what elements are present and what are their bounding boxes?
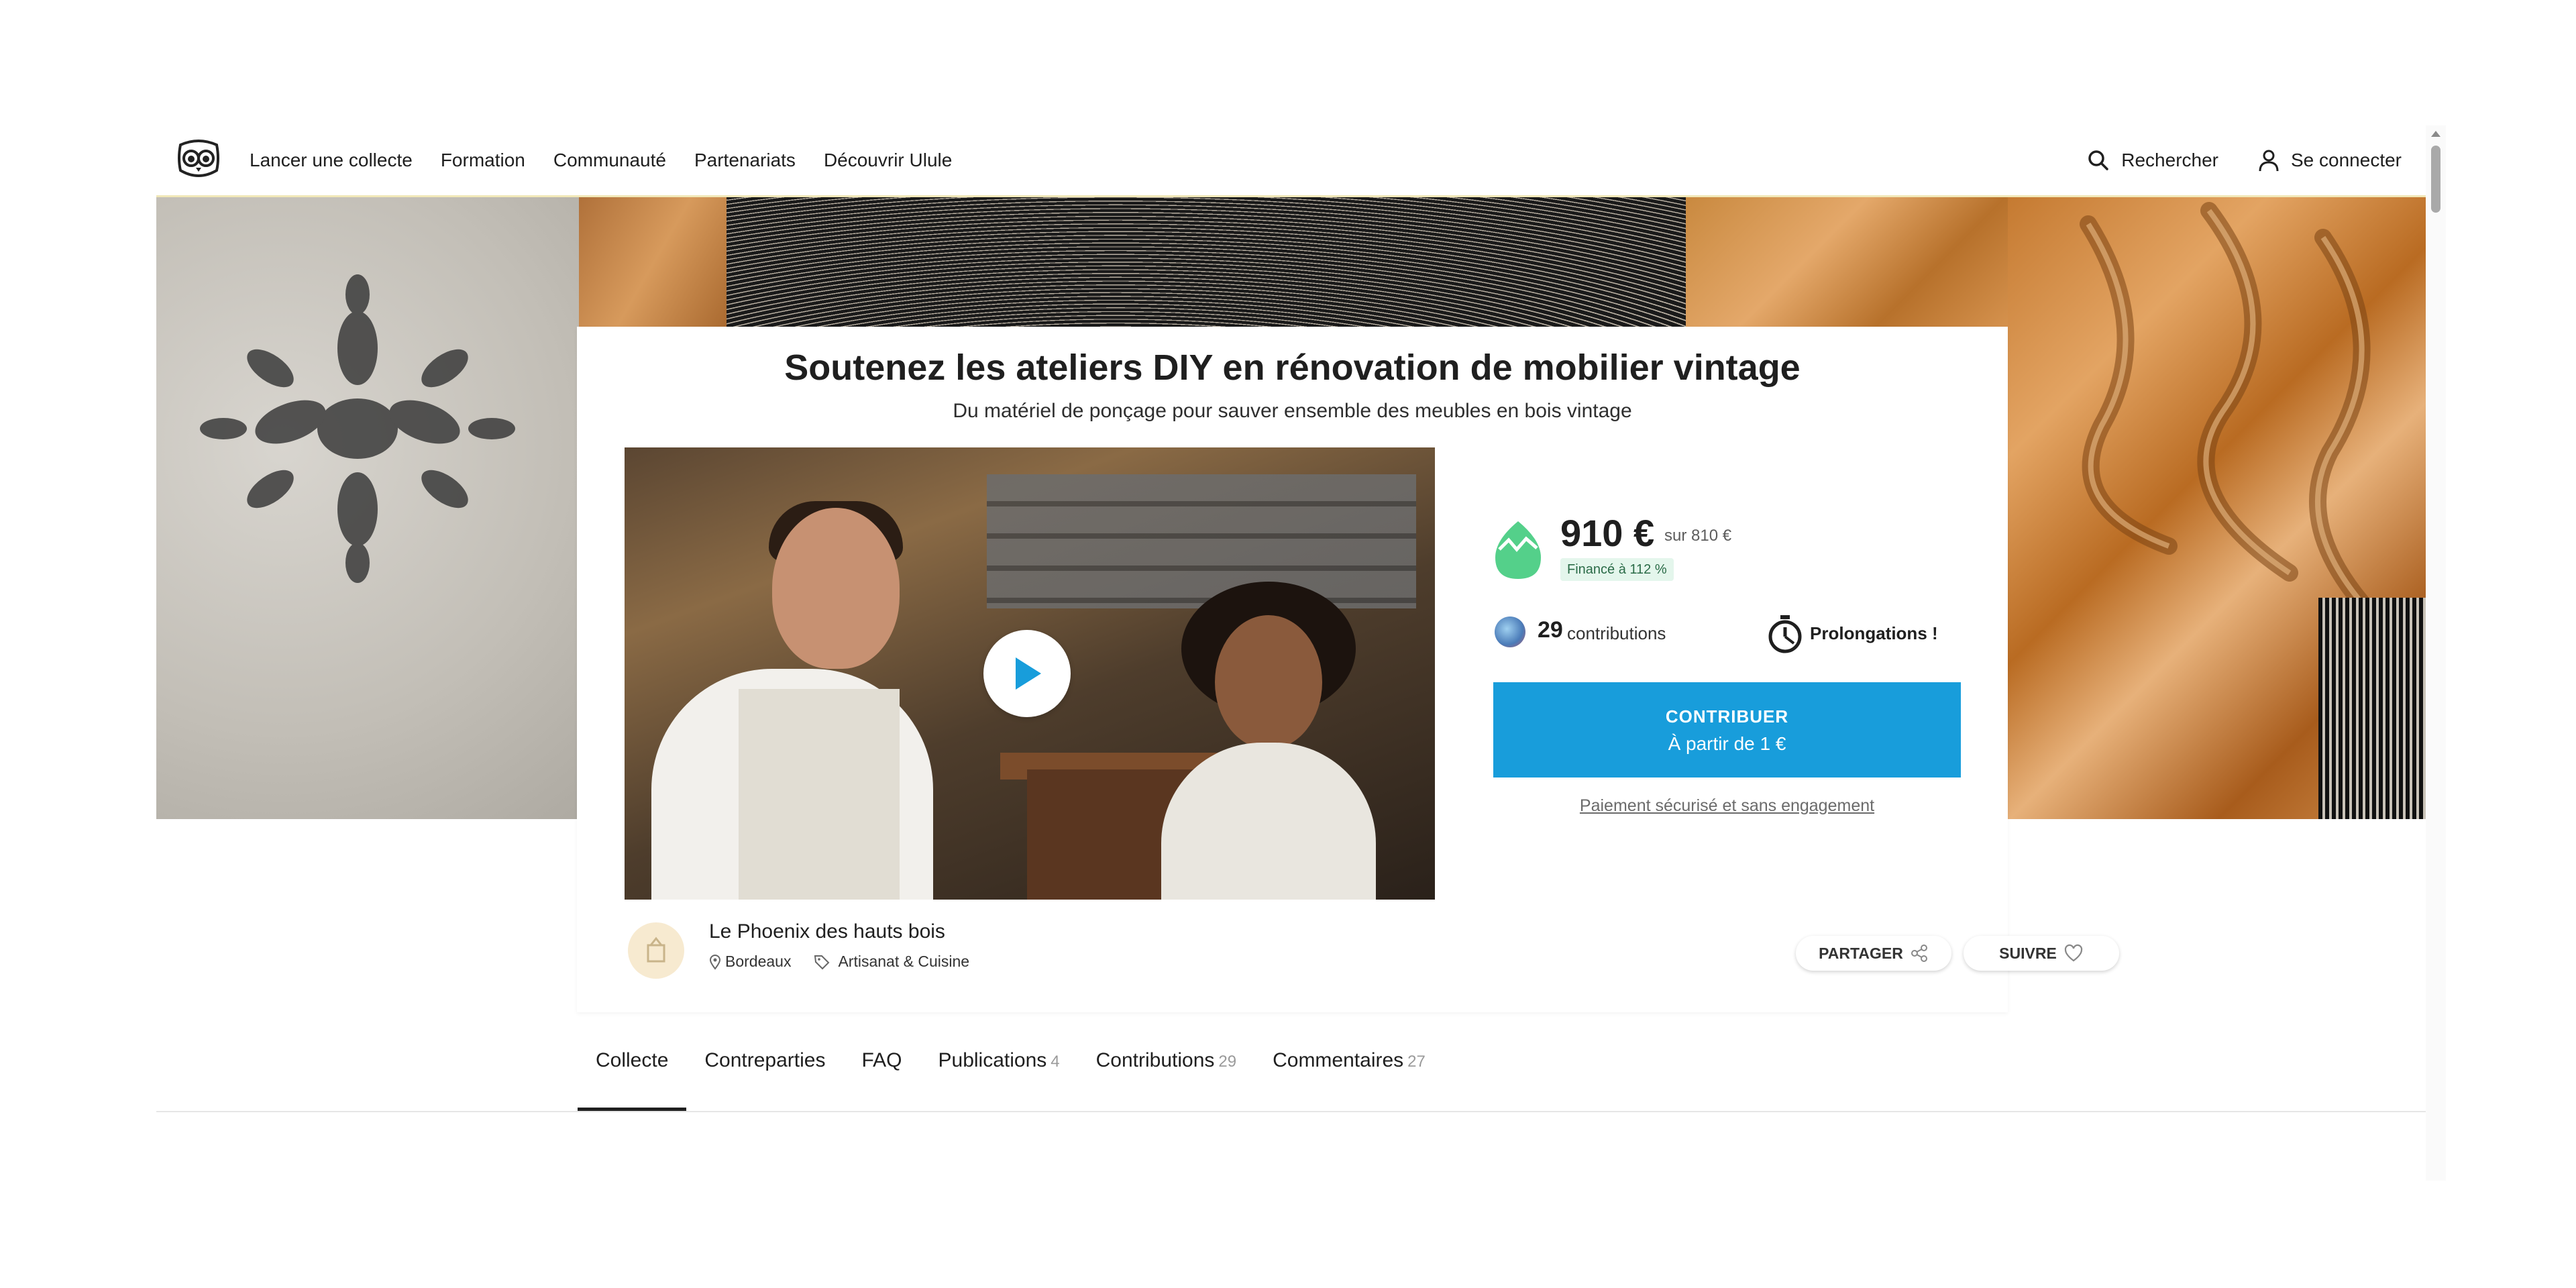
project-category[interactable]: Artisanat & Cuisine xyxy=(838,953,969,971)
tab-count: 4 xyxy=(1051,1053,1060,1071)
banner-stripes xyxy=(2318,598,2426,819)
tab-label: Commentaires xyxy=(1273,1049,1404,1071)
follow-button[interactable]: SUIVRE xyxy=(1964,936,2119,971)
play-button[interactable] xyxy=(983,630,1071,717)
tab-label: Contreparties xyxy=(704,1049,826,1071)
play-icon xyxy=(1016,657,1041,690)
follow-label: SUIVRE xyxy=(1999,944,2057,962)
scrollbar-thumb[interactable] xyxy=(2431,146,2440,213)
tab-publications[interactable]: Publications 4 xyxy=(920,1044,1078,1112)
project-title: Soutenez les ateliers DIY en rénovation … xyxy=(784,347,1801,388)
page-scrollbar[interactable] xyxy=(2426,125,2446,1181)
project-card: Soutenez les ateliers DIY en rénovation … xyxy=(577,327,2119,1012)
owner-logo-icon xyxy=(647,936,665,963)
search-label: Rechercher xyxy=(2121,150,2218,170)
project-subtitle: Du matériel de ponçage pour sauver ensem… xyxy=(953,400,1632,422)
nav-link-communaute[interactable]: Communauté xyxy=(553,150,666,171)
project-video[interactable] xyxy=(625,447,1435,900)
share-label: PARTAGER xyxy=(1819,944,1903,962)
tabs-divider xyxy=(156,1111,2426,1112)
video-apron xyxy=(739,689,900,900)
tag-icon xyxy=(814,955,830,969)
share-icon xyxy=(1911,945,1927,962)
login-label: Se connecter xyxy=(2291,150,2402,170)
video-man-head xyxy=(772,508,900,669)
location-pin-icon xyxy=(709,954,721,970)
project-location[interactable]: Bordeaux xyxy=(725,953,791,971)
goal-amount: sur 810 € xyxy=(1664,527,1732,545)
contributor-avatar-icon xyxy=(1495,616,1525,647)
tab-faq[interactable]: FAQ xyxy=(843,1044,920,1112)
nav-link-partenariats[interactable]: Partenariats xyxy=(694,150,796,171)
banner-wood-center xyxy=(579,197,2008,331)
contribute-minimum: À partir de 1 € xyxy=(1668,733,1786,754)
stopwatch-icon xyxy=(1768,615,1802,653)
contributions-count: 29 xyxy=(1538,617,1563,643)
ulule-owl-logo-icon[interactable] xyxy=(176,138,221,180)
banner-wood-right xyxy=(2008,197,2426,819)
raised-amount: 910 € xyxy=(1560,512,1655,554)
login-button[interactable]: Se connecter xyxy=(2259,149,2402,172)
scroll-up-arrow-icon[interactable] xyxy=(2431,131,2440,137)
owner-name[interactable]: Le Phoenix des hauts bois xyxy=(709,920,945,943)
contribute-label: CONTRIBUER xyxy=(1665,706,1789,727)
owner-meta: Bordeaux Artisanat & Cuisine xyxy=(709,953,969,971)
floral-ornament-icon xyxy=(200,274,515,583)
owner-avatar[interactable] xyxy=(628,922,684,979)
nav-link-decouvrir[interactable]: Découvrir Ulule xyxy=(824,150,952,171)
browser-viewport: Lancer une collecte Formation Communauté… xyxy=(156,125,2426,1181)
share-button[interactable]: PARTAGER xyxy=(1796,936,1951,971)
contributions-label: contributions xyxy=(1567,623,1666,643)
secure-payment-link[interactable]: Paiement sécurisé et sans engagement xyxy=(1493,796,1961,816)
banner-stone-pattern xyxy=(156,197,579,819)
egg-icon xyxy=(1495,521,1541,579)
top-navigation: Lancer une collecte Formation Communauté… xyxy=(156,125,2426,197)
contribute-button[interactable]: CONTRIBUER À partir de 1 € xyxy=(1493,682,1961,777)
tab-commentaires[interactable]: Commentaires 27 xyxy=(1254,1044,1444,1112)
nav-link-lancer-collecte[interactable]: Lancer une collecte xyxy=(250,150,413,171)
tab-count: 27 xyxy=(1407,1053,1426,1071)
nav-link-formation[interactable]: Formation xyxy=(441,150,525,171)
nav-links: Lancer une collecte Formation Communauté… xyxy=(250,125,980,195)
tab-label: FAQ xyxy=(861,1049,902,1071)
heart-icon xyxy=(2064,944,2082,962)
tab-count: 29 xyxy=(1218,1053,1237,1071)
funded-badge: Financé à 112 % xyxy=(1560,558,1674,581)
tab-contributions[interactable]: Contributions 29 xyxy=(1078,1044,1254,1112)
search-button[interactable]: Rechercher xyxy=(2088,150,2218,171)
tab-label: Contributions xyxy=(1095,1049,1215,1071)
tab-label: Publications xyxy=(938,1049,1047,1071)
user-icon xyxy=(2259,150,2279,172)
video-shelf xyxy=(987,474,1416,608)
nav-actions: Rechercher Se connecter xyxy=(2047,125,2402,195)
video-woman-face xyxy=(1215,615,1322,749)
tab-label: Collecte xyxy=(596,1049,669,1071)
project-tabs: Collecte Contreparties FAQ Publications 4… xyxy=(578,1044,1444,1112)
tab-collecte[interactable]: Collecte xyxy=(578,1044,687,1112)
tab-contreparties[interactable]: Contreparties xyxy=(686,1044,843,1112)
extension-label: Prolongations ! xyxy=(1810,623,1938,643)
search-icon xyxy=(2088,150,2109,170)
